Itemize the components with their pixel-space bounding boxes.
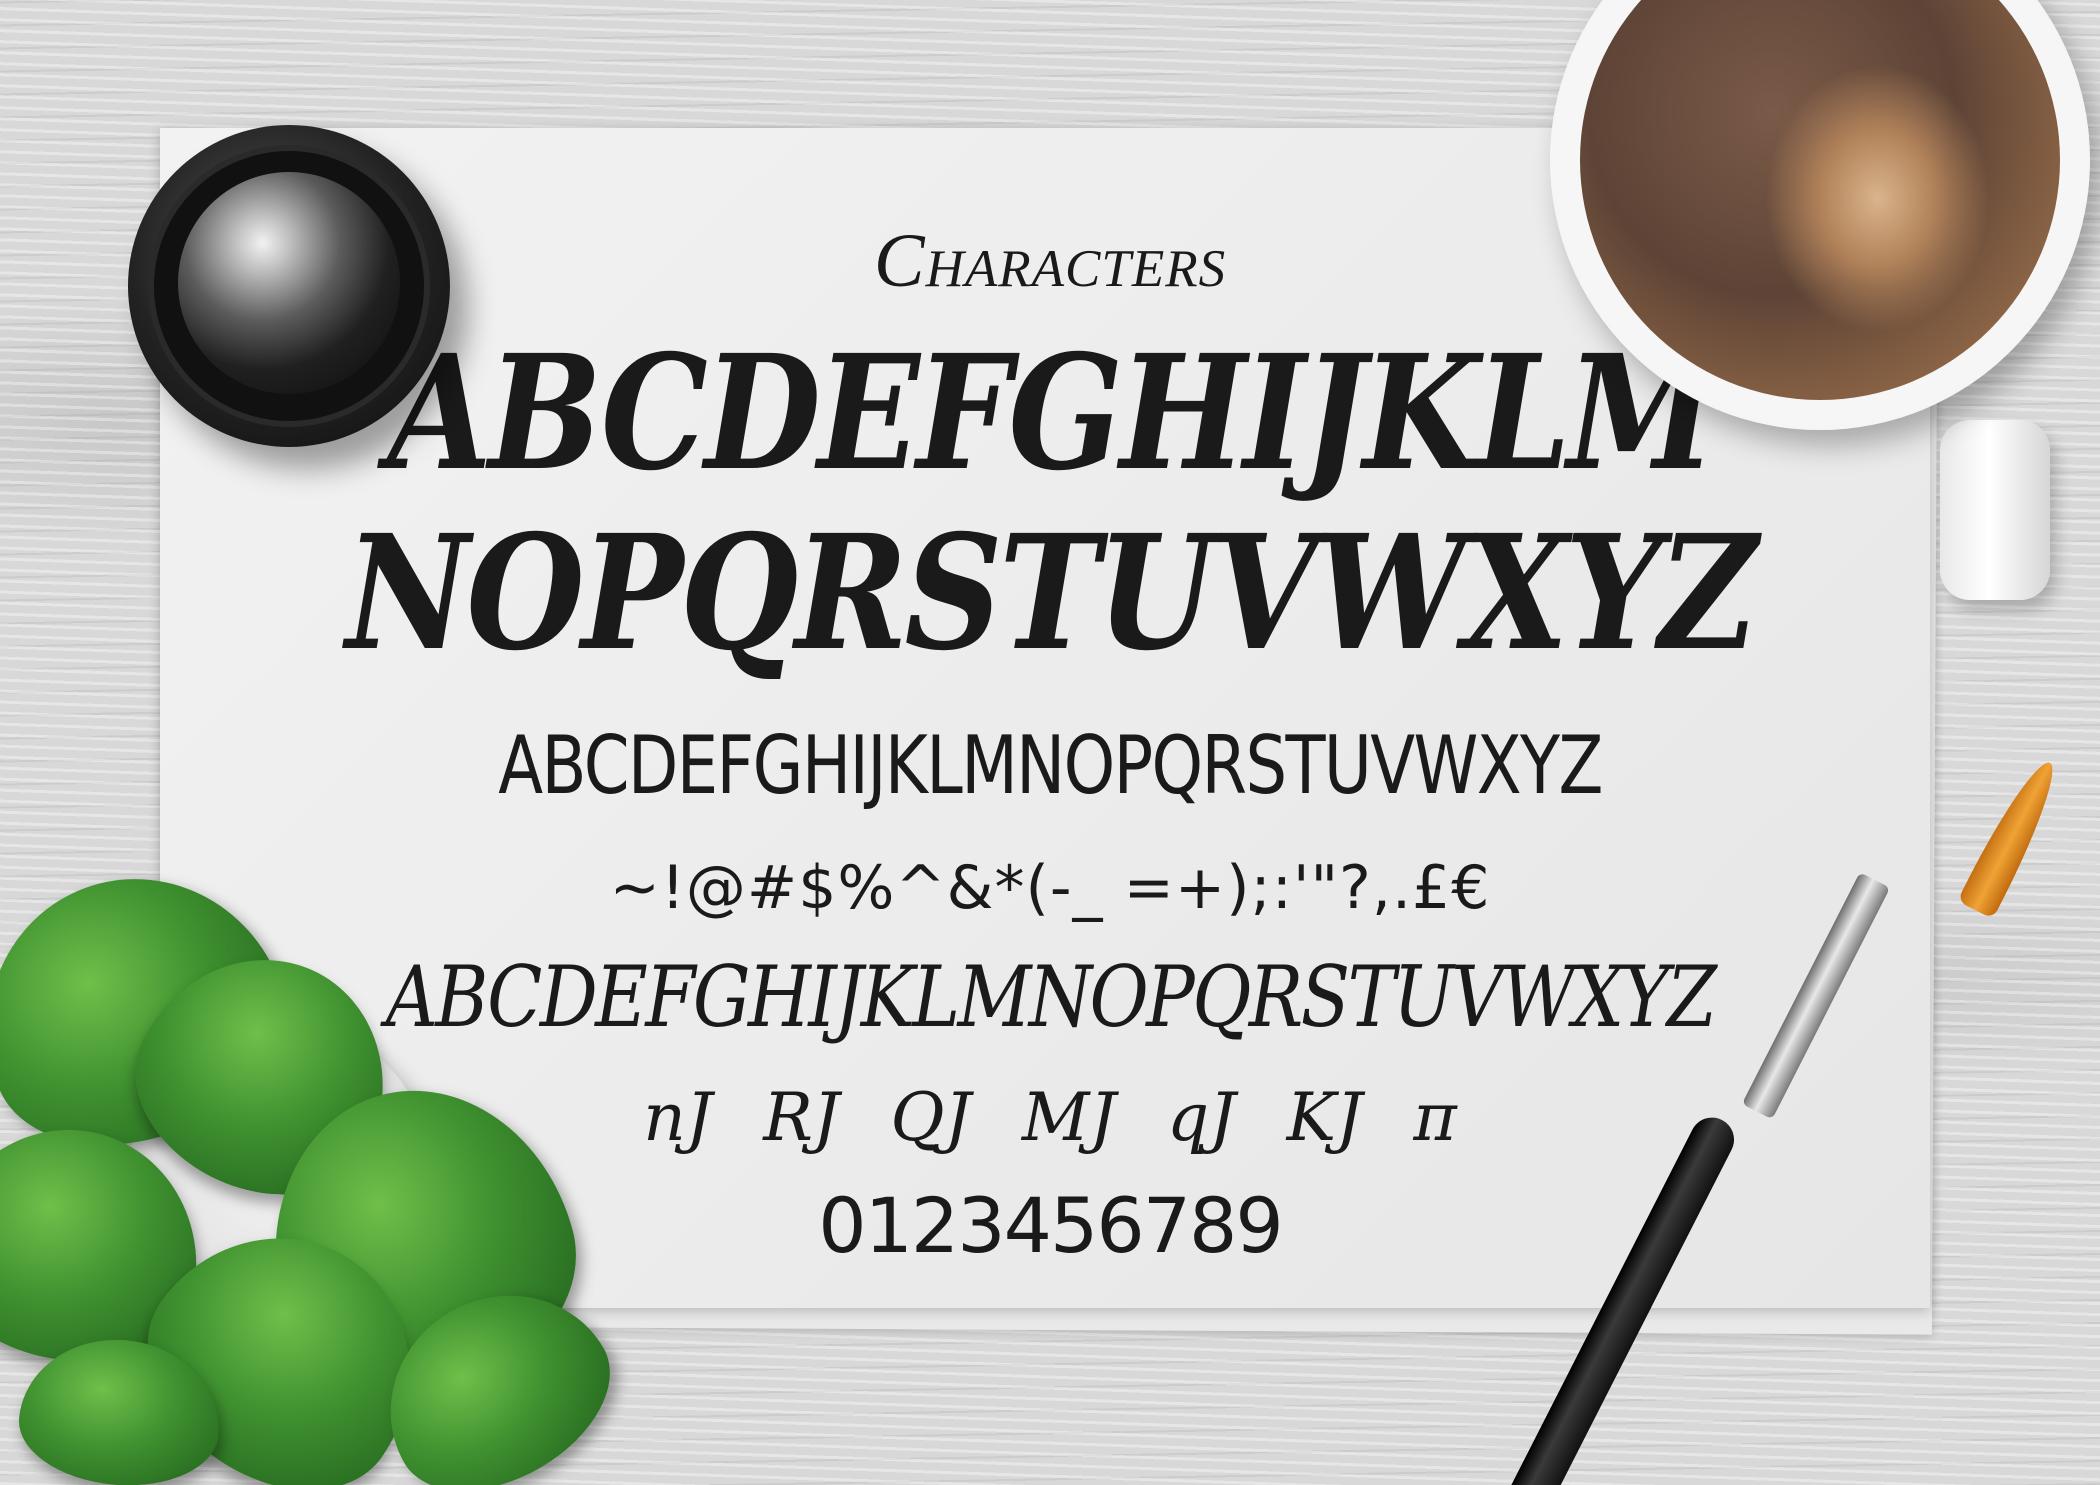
coffee-cup-handle (1940, 420, 2050, 600)
uppercase-line-2: NOPQRSTUVWXYZ (345, 501, 1758, 686)
ink-surface (178, 172, 400, 394)
symbols-line: ~!@#$%^&*(-_ =+);:'"?,.£€ (609, 853, 1491, 923)
swash-line: ABCDEFGHIJKLMNOPQRSTUVWXYZ (385, 948, 1717, 1046)
caps-line: ABCDEFGHIJKLMNOPQRSTUVWXYZ (498, 719, 1603, 812)
